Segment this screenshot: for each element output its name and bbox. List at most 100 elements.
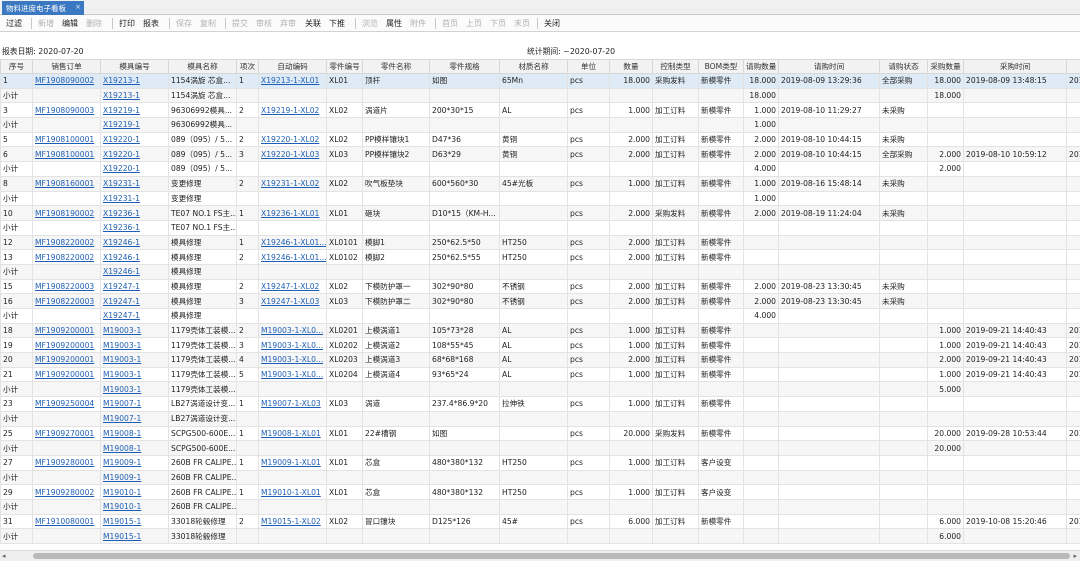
table-row[interactable]: 1 MF1908090002 X19213-1 1154涡旋 芯盒... 1 X19213… xyxy=(0,73,1080,89)
cell-mold-code[interactable]: M19003-1 xyxy=(100,337,169,354)
cell-auto-code[interactable]: M19003-1-XL0... xyxy=(258,366,327,383)
table-row[interactable]: 13 MF1908220002 X19246-1 模具修理 2 X19246-1-XL01… xyxy=(0,249,1080,265)
scrollbar-thumb[interactable] xyxy=(33,553,1070,559)
subtotal-row[interactable]: 小计 X19236-1 TE07 NO.1 FS主... xyxy=(0,219,1080,236)
horizontal-scrollbar[interactable]: ◂ ▸ xyxy=(0,550,1080,561)
toolbar-button-6[interactable]: 保存 xyxy=(176,18,192,29)
cell-sales-order[interactable]: MF1909200001 xyxy=(32,352,101,368)
toolbar-button-1[interactable]: 新增 xyxy=(38,18,54,29)
subtotal-row[interactable]: 小计 M19007-1 LB27涡道设计变... xyxy=(0,410,1080,427)
cell-sales-order[interactable]: MF1909270001 xyxy=(32,425,101,442)
table-row[interactable]: 20 MF1909200001 M19003-1 1179壳体工装模... 4 M1900… xyxy=(0,352,1080,368)
toolbar-button-15[interactable]: 附件 xyxy=(410,18,426,29)
subtotal-row[interactable]: 小计 X19231-1 变更修理 1.000 xyxy=(0,190,1080,207)
cell-mold-code[interactable]: M19003-1 xyxy=(100,366,169,383)
subtotal-row[interactable]: 小计 X19247-1 模具修理 4.000 xyxy=(0,308,1080,324)
cell-auto-code[interactable]: X19220-1-XL02 xyxy=(258,131,327,148)
toolbar-button-0[interactable]: 过滤 xyxy=(6,18,22,29)
column-header-sales-order[interactable]: 销售订单 xyxy=(32,59,101,74)
cell-auto-code[interactable]: X19219-1-XL02 xyxy=(258,102,327,119)
cell-auto-code[interactable]: X19246-1-XL01... xyxy=(258,234,327,251)
toolbar-button-9[interactable]: 审核 xyxy=(256,18,272,29)
cell-mold-code[interactable]: M19003-1 xyxy=(100,322,169,339)
cell-mold-code[interactable]: M19008-1 xyxy=(100,440,169,456)
column-header-part-name[interactable]: 零件名称 xyxy=(362,59,430,74)
cell-mold-code[interactable]: X19236-1 xyxy=(100,205,169,221)
toolbar-button-19[interactable]: 末页 xyxy=(514,18,530,29)
column-header-auto-code[interactable]: 自动编码 xyxy=(258,59,327,74)
column-header-qty[interactable]: 数量 xyxy=(609,59,653,74)
table-row[interactable]: 25 MF1909270001 M19008-1 SCPG500-600E... 1 M1… xyxy=(0,425,1080,442)
cell-auto-code[interactable]: M19008-1-XL01 xyxy=(258,425,327,442)
cell-auto-code[interactable]: X19213-1-XL01 xyxy=(258,73,327,89)
table-row[interactable]: 29 MF1909280002 M19010-1 260B FR CALIPE... 1… xyxy=(0,484,1080,500)
toolbar-button-12[interactable]: 下推 xyxy=(329,18,345,29)
toolbar-button-10[interactable]: 弃审 xyxy=(280,18,296,29)
table-row[interactable]: 31 MF1910080001 M19015-1 33018轮毂修理 2 M19015-1… xyxy=(0,513,1080,530)
subtotal-row[interactable]: 小计 X19219-1 96306992模具... 1.000 xyxy=(0,117,1080,133)
cell-auto-code[interactable]: X19247-1-XL02 xyxy=(258,278,327,295)
table-row[interactable]: 19 MF1909200001 M19003-1 1179壳体工装模... 3 M1900… xyxy=(0,337,1080,354)
cell-auto-code[interactable]: M19003-1-XL0... xyxy=(258,352,327,368)
cell-mold-code[interactable]: M19010-1 xyxy=(100,484,169,500)
scroll-left-icon[interactable]: ◂ xyxy=(2,552,6,560)
cell-sales-order[interactable]: MF1908090003 xyxy=(32,102,101,119)
table-row[interactable]: 6 MF1908100001 X19220-1 089（095）/ 5... 3 X192… xyxy=(0,146,1080,163)
cell-mold-code[interactable]: X19247-1 xyxy=(100,308,169,324)
toolbar-button-18[interactable]: 下页 xyxy=(490,18,506,29)
cell-sales-order[interactable]: MF1908190002 xyxy=(32,205,101,221)
cell-auto-code[interactable]: M19003-1-XL0... xyxy=(258,337,327,354)
subtotal-row[interactable]: 小计 X19220-1 089（095）/ 5... 4.000 2.000 xyxy=(0,161,1080,177)
tab-material-progress-board[interactable]: 物料进度电子看板 × xyxy=(2,1,84,15)
cell-mold-code[interactable]: X19246-1 xyxy=(100,249,169,265)
cell-mold-code[interactable]: M19015-1 xyxy=(100,528,169,544)
column-header-req-status[interactable]: 请购状态 xyxy=(879,59,928,74)
column-header-seq[interactable]: 序号 xyxy=(0,59,33,74)
subtotal-row[interactable]: 小计 M19015-1 33018轮毂修理 6.000 xyxy=(0,528,1080,544)
cell-mold-code[interactable]: M19008-1 xyxy=(100,425,169,442)
cell-sales-order[interactable]: MF1909200001 xyxy=(32,322,101,339)
cell-auto-code[interactable]: M19007-1-XL03 xyxy=(258,396,327,412)
cell-mold-code[interactable]: X19247-1 xyxy=(100,293,169,309)
close-icon[interactable]: × xyxy=(75,3,81,11)
cell-sales-order[interactable]: MF1908090002 xyxy=(32,73,101,89)
cell-auto-code[interactable]: M19009-1-XL01 xyxy=(258,454,327,471)
table-row[interactable]: 23 MF1909250004 M19007-1 LB27涡道设计变... 1 M1900… xyxy=(0,396,1080,412)
column-header-req-time[interactable]: 请购时间 xyxy=(778,59,880,74)
cell-auto-code[interactable]: X19247-1-XL03 xyxy=(258,293,327,309)
cell-sales-order[interactable]: MF1908160001 xyxy=(32,175,101,192)
table-row[interactable]: 18 MF1909200001 M19003-1 1179壳体工装模... 2 M1900… xyxy=(0,322,1080,339)
cell-mold-code[interactable]: X19231-1 xyxy=(100,175,169,192)
table-row[interactable]: 16 MF1908220003 X19247-1 模具修理 3 X19247-1-XL03… xyxy=(0,293,1080,309)
cell-auto-code[interactable]: X19231-1-XL02 xyxy=(258,175,327,192)
cell-mold-code[interactable]: X19246-1 xyxy=(100,234,169,251)
cell-mold-code[interactable]: X19219-1 xyxy=(100,117,169,133)
cell-mold-code[interactable]: M19015-1 xyxy=(100,513,169,530)
cell-mold-code[interactable]: X19219-1 xyxy=(100,102,169,119)
toolbar-button-4[interactable]: 打印 xyxy=(119,18,135,29)
cell-sales-order[interactable]: MF1908220002 xyxy=(32,234,101,251)
cell-mold-code[interactable]: X19236-1 xyxy=(100,219,169,236)
cell-auto-code[interactable]: X19246-1-XL01... xyxy=(258,249,327,265)
cell-sales-order[interactable]: MF1909280002 xyxy=(32,484,101,500)
column-header-part-spec[interactable]: 零件规格 xyxy=(429,59,500,74)
column-header-purch-time[interactable]: 采购时间 xyxy=(963,59,1067,74)
column-header-bom-type[interactable]: BOM类型 xyxy=(698,59,744,74)
column-header-material[interactable]: 材质名称 xyxy=(499,59,568,74)
cell-auto-code[interactable]: X19236-1-XL01 xyxy=(258,205,327,221)
cell-sales-order[interactable]: MF1908100001 xyxy=(32,146,101,163)
cell-mold-code[interactable]: X19220-1 xyxy=(100,131,169,148)
table-row[interactable]: 27 MF1909280001 M19009-1 260B FR CALIPE... 1… xyxy=(0,454,1080,471)
table-row[interactable]: 8 MF1908160001 X19231-1 变更修理 2 X19231-1-XL02 X… xyxy=(0,175,1080,192)
toolbar-button-17[interactable]: 上页 xyxy=(466,18,482,29)
cell-sales-order[interactable]: MF1908220002 xyxy=(32,249,101,265)
toolbar-button-5[interactable]: 报表 xyxy=(143,18,159,29)
column-header-purch-qty[interactable]: 采购数量 xyxy=(927,59,964,74)
cell-mold-code[interactable]: X19213-1 xyxy=(100,87,169,104)
toolbar-button-7[interactable]: 复制 xyxy=(200,18,216,29)
table-row[interactable]: 10 MF1908190002 X19236-1 TE07 NO.1 FS主... 1 X… xyxy=(0,205,1080,221)
toolbar-button-16[interactable]: 首页 xyxy=(442,18,458,29)
cell-sales-order[interactable]: MF1910080001 xyxy=(32,513,101,530)
cell-mold-code[interactable]: M19007-1 xyxy=(100,396,169,412)
toolbar-button-14[interactable]: 属性 xyxy=(386,18,402,29)
